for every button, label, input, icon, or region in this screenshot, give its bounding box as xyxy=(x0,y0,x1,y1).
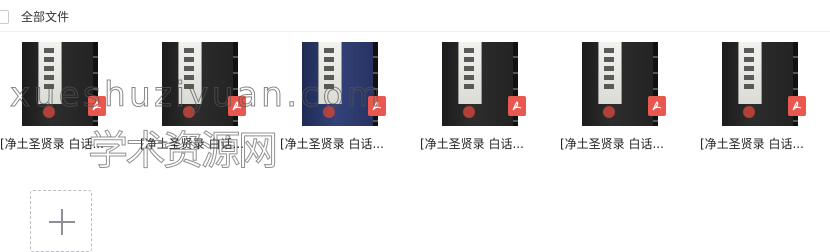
file-name[interactable]: [净土圣贤录 白话... xyxy=(0,135,120,152)
file-tile[interactable]: [净土圣贤录 白话... xyxy=(280,32,400,152)
file-thumbnail xyxy=(302,42,378,126)
file-tile[interactable]: [净土圣贤录 白话... xyxy=(0,32,120,152)
pdf-icon xyxy=(648,96,666,116)
pdf-icon xyxy=(88,96,106,116)
file-name[interactable]: [净土圣贤录 白话... xyxy=(140,135,260,152)
file-tile[interactable]: [净土圣贤录 白话... xyxy=(420,32,540,152)
file-name[interactable]: [净土圣贤录 白话... xyxy=(280,135,400,152)
file-thumbnail xyxy=(162,42,238,126)
file-thumbnail xyxy=(582,42,658,126)
file-tile[interactable]: [净土圣贤录 白话... xyxy=(140,32,260,152)
file-thumbnail xyxy=(22,42,98,126)
file-name[interactable]: [净土圣贤录 白话... xyxy=(560,135,680,152)
file-tile[interactable]: [净土圣贤录 白话... xyxy=(700,32,820,152)
file-thumbnail xyxy=(442,42,518,126)
pdf-icon xyxy=(508,96,526,116)
file-grid: [净土圣贤录 白话... [净土圣贤录 白话... [净土圣贤录 白话... [… xyxy=(0,0,830,252)
file-name[interactable]: [净土圣贤录 白话... xyxy=(420,135,540,152)
pdf-icon xyxy=(788,96,806,116)
pdf-icon xyxy=(228,96,246,116)
file-name[interactable]: [净土圣贤录 白话... xyxy=(700,135,820,152)
add-file-button[interactable] xyxy=(30,190,92,252)
plus-icon-vertical xyxy=(61,209,63,235)
pdf-icon xyxy=(368,96,386,116)
file-tile[interactable]: [净土圣贤录 白话... xyxy=(560,32,680,152)
file-thumbnail xyxy=(722,42,798,126)
